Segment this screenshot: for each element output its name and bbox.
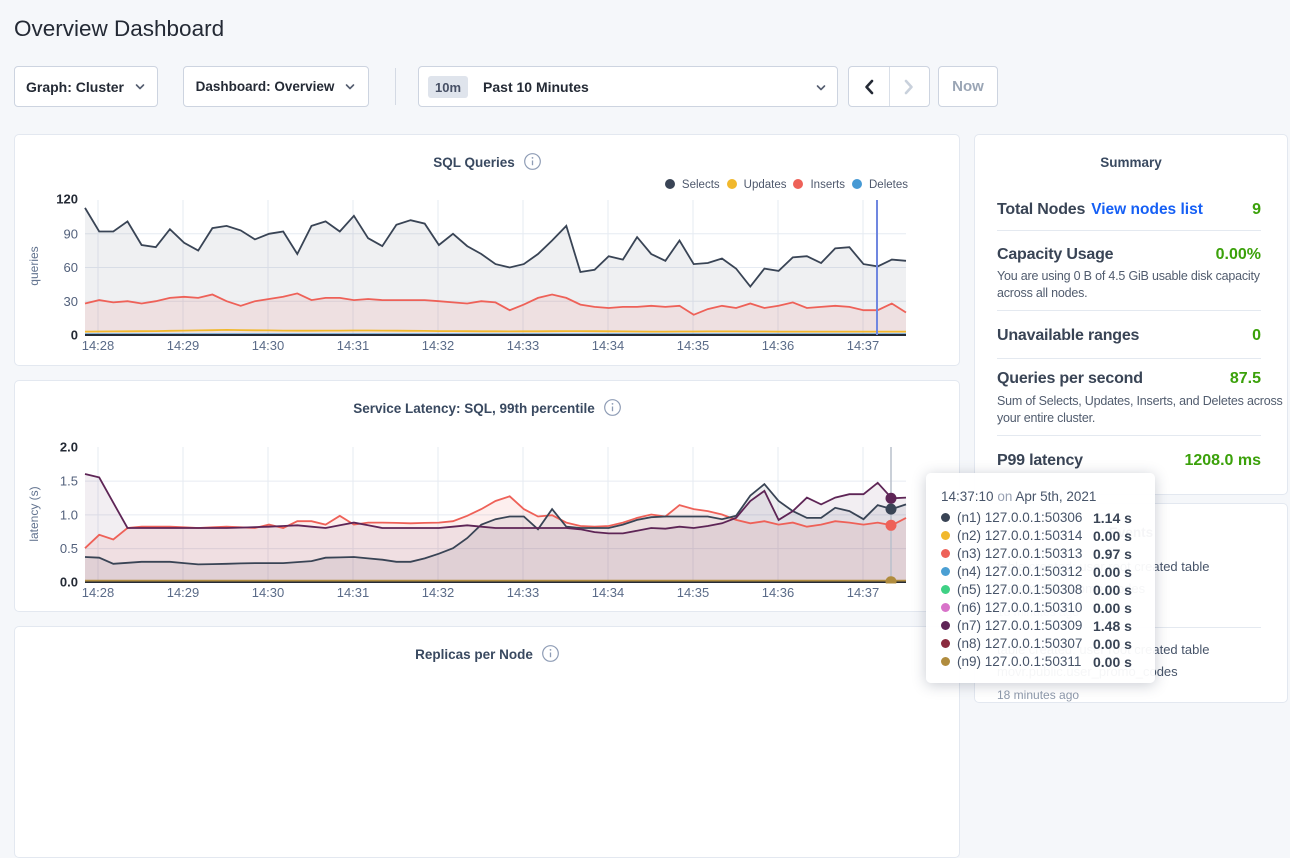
svg-text:1.5: 1.5 (60, 474, 78, 489)
svg-text:14:35: 14:35 (677, 338, 710, 353)
svg-text:latency (s): latency (s) (27, 486, 41, 541)
svg-text:14:32: 14:32 (422, 338, 455, 353)
svg-text:14:30: 14:30 (252, 585, 285, 600)
svg-text:90: 90 (64, 226, 78, 241)
svg-text:14:37: 14:37 (847, 338, 880, 353)
svg-text:14:35: 14:35 (677, 585, 710, 600)
svg-text:queries: queries (27, 246, 41, 285)
svg-text:14:31: 14:31 (337, 585, 370, 600)
svg-text:120: 120 (56, 192, 78, 207)
svg-text:14:33: 14:33 (507, 585, 540, 600)
svg-text:14:36: 14:36 (762, 338, 795, 353)
svg-text:14:29: 14:29 (167, 585, 200, 600)
svg-text:0.5: 0.5 (60, 541, 78, 556)
svg-text:14:34: 14:34 (592, 585, 625, 600)
svg-text:14:37: 14:37 (847, 585, 880, 600)
svg-text:14:33: 14:33 (507, 338, 540, 353)
svg-text:30: 30 (64, 294, 78, 309)
svg-text:14:34: 14:34 (592, 338, 625, 353)
svg-text:14:31: 14:31 (337, 338, 370, 353)
svg-text:14:36: 14:36 (762, 585, 795, 600)
svg-text:14:29: 14:29 (167, 338, 200, 353)
svg-text:60: 60 (64, 260, 78, 275)
svg-text:14:28: 14:28 (82, 585, 115, 600)
svg-text:0.0: 0.0 (60, 575, 78, 590)
svg-text:14:28: 14:28 (82, 338, 115, 353)
svg-text:2.0: 2.0 (60, 440, 78, 455)
svg-text:14:32: 14:32 (422, 585, 455, 600)
svg-text:1.0: 1.0 (60, 507, 78, 522)
svg-text:14:30: 14:30 (252, 338, 285, 353)
svg-text:0: 0 (71, 328, 78, 343)
